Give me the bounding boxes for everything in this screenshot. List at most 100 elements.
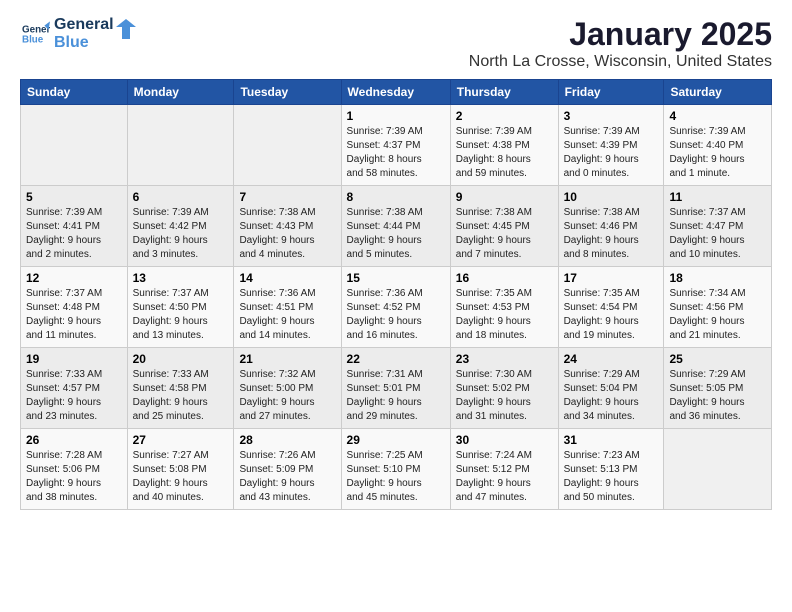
table-row: [664, 429, 772, 510]
table-row: 18Sunrise: 7:34 AM Sunset: 4:56 PM Dayli…: [664, 267, 772, 348]
calendar-week-row: 1 Sunrise: 7:39 AM Sunset: 4:37 PM Daylig…: [21, 105, 772, 186]
table-row: 11 Sunrise: 7:37 AM Sunset: 4:47 PM Dayli…: [664, 186, 772, 267]
day-number: 9: [456, 190, 553, 204]
calendar-week-row: 12 Sunrise: 7:37 AM Sunset: 4:48 PM Dayli…: [21, 267, 772, 348]
day-number: 17: [564, 271, 659, 285]
table-row: 7 Sunrise: 7:38 AM Sunset: 4:43 PM Daylig…: [234, 186, 341, 267]
day-info: Sunrise: 7:35 AM Sunset: 4:53 PM Dayligh…: [456, 287, 553, 343]
table-row: 3 Sunrise: 7:39 AM Sunset: 4:39 PM Daylig…: [558, 105, 664, 186]
table-row: 17Sunrise: 7:35 AM Sunset: 4:54 PM Dayli…: [558, 267, 664, 348]
day-number: 24: [564, 352, 659, 366]
day-info: Sunrise: 7:39 AM Sunset: 4:39 PM Dayligh…: [564, 125, 659, 181]
day-number: 31: [564, 433, 659, 447]
table-row: 21Sunrise: 7:32 AM Sunset: 5:00 PM Dayli…: [234, 348, 341, 429]
day-info: Sunrise: 7:38 AM Sunset: 4:43 PM Dayligh…: [239, 206, 335, 262]
day-info: Sunrise: 7:30 AM Sunset: 5:02 PM Dayligh…: [456, 368, 553, 424]
calendar-week-row: 5 Sunrise: 7:39 AM Sunset: 4:41 PM Daylig…: [21, 186, 772, 267]
calendar-header-row: Sunday Monday Tuesday Wednesday Thursday…: [21, 80, 772, 105]
table-row: 19Sunrise: 7:33 AM Sunset: 4:57 PM Dayli…: [21, 348, 128, 429]
logo-bird-icon: [116, 19, 136, 39]
day-number: 14: [239, 271, 335, 285]
day-number: 6: [133, 190, 229, 204]
day-info: Sunrise: 7:34 AM Sunset: 4:56 PM Dayligh…: [669, 287, 766, 343]
table-row: 24 Sunrise: 7:29 AM Sunset: 5:04 PM Dayli…: [558, 348, 664, 429]
day-info: Sunrise: 7:28 AM Sunset: 5:06 PM Dayligh…: [26, 449, 122, 505]
table-row: 20 Sunrise: 7:33 AM Sunset: 4:58 PM Dayli…: [127, 348, 234, 429]
title-block: January 2025 North La Crosse, Wisconsin,…: [469, 16, 772, 71]
table-row: [234, 105, 341, 186]
table-row: 9 Sunrise: 7:38 AM Sunset: 4:45 PM Daylig…: [450, 186, 558, 267]
day-number: 8: [347, 190, 445, 204]
day-number: 7: [239, 190, 335, 204]
day-number: 11: [669, 190, 766, 204]
day-number: 23: [456, 352, 553, 366]
header-monday: Monday: [127, 80, 234, 105]
table-row: 15Sunrise: 7:36 AM Sunset: 4:52 PM Dayli…: [341, 267, 450, 348]
day-info: Sunrise: 7:36 AM Sunset: 4:52 PM Dayligh…: [347, 287, 445, 343]
table-row: [21, 105, 128, 186]
svg-text:Blue: Blue: [22, 34, 44, 45]
table-row: 6 Sunrise: 7:39 AM Sunset: 4:42 PM Daylig…: [127, 186, 234, 267]
page: General Blue General Blue January 2025 N…: [0, 0, 792, 612]
table-row: 5 Sunrise: 7:39 AM Sunset: 4:41 PM Daylig…: [21, 186, 128, 267]
table-row: 2Sunrise: 7:39 AM Sunset: 4:38 PM Daylig…: [450, 105, 558, 186]
day-number: 19: [26, 352, 122, 366]
day-info: Sunrise: 7:39 AM Sunset: 4:37 PM Dayligh…: [347, 125, 445, 181]
logo: General Blue General Blue: [20, 16, 136, 51]
day-info: Sunrise: 7:38 AM Sunset: 4:44 PM Dayligh…: [347, 206, 445, 262]
table-row: 29 Sunrise: 7:25 AM Sunset: 5:10 PM Dayli…: [341, 429, 450, 510]
day-info: Sunrise: 7:38 AM Sunset: 4:45 PM Dayligh…: [456, 206, 553, 262]
day-info: Sunrise: 7:29 AM Sunset: 5:05 PM Dayligh…: [669, 368, 766, 424]
day-number: 13: [133, 271, 229, 285]
table-row: 12 Sunrise: 7:37 AM Sunset: 4:48 PM Dayli…: [21, 267, 128, 348]
day-info: Sunrise: 7:29 AM Sunset: 5:04 PM Dayligh…: [564, 368, 659, 424]
day-number: 25: [669, 352, 766, 366]
main-title: January 2025: [469, 16, 772, 53]
day-info: Sunrise: 7:33 AM Sunset: 4:58 PM Dayligh…: [133, 368, 229, 424]
day-info: Sunrise: 7:38 AM Sunset: 4:46 PM Dayligh…: [564, 206, 659, 262]
day-number: 12: [26, 271, 122, 285]
logo-general: General: [54, 16, 114, 34]
calendar-week-row: 26 Sunrise: 7:28 AM Sunset: 5:06 PM Dayli…: [21, 429, 772, 510]
day-number: 26: [26, 433, 122, 447]
day-info: Sunrise: 7:31 AM Sunset: 5:01 PM Dayligh…: [347, 368, 445, 424]
header-saturday: Saturday: [664, 80, 772, 105]
day-number: 2: [456, 109, 553, 123]
day-number: 22: [347, 352, 445, 366]
day-number: 20: [133, 352, 229, 366]
day-number: 1: [347, 109, 445, 123]
table-row: 23 Sunrise: 7:30 AM Sunset: 5:02 PM Dayli…: [450, 348, 558, 429]
day-info: Sunrise: 7:39 AM Sunset: 4:42 PM Dayligh…: [133, 206, 229, 262]
table-row: 16 Sunrise: 7:35 AM Sunset: 4:53 PM Dayli…: [450, 267, 558, 348]
day-info: Sunrise: 7:39 AM Sunset: 4:40 PM Dayligh…: [669, 125, 766, 181]
day-number: 29: [347, 433, 445, 447]
header-sunday: Sunday: [21, 80, 128, 105]
table-row: 1 Sunrise: 7:39 AM Sunset: 4:37 PM Daylig…: [341, 105, 450, 186]
table-row: 27Sunrise: 7:27 AM Sunset: 5:08 PM Dayli…: [127, 429, 234, 510]
day-number: 27: [133, 433, 229, 447]
day-info: Sunrise: 7:37 AM Sunset: 4:50 PM Dayligh…: [133, 287, 229, 343]
table-row: 26 Sunrise: 7:28 AM Sunset: 5:06 PM Dayli…: [21, 429, 128, 510]
header-tuesday: Tuesday: [234, 80, 341, 105]
day-info: Sunrise: 7:37 AM Sunset: 4:47 PM Dayligh…: [669, 206, 766, 262]
day-info: Sunrise: 7:36 AM Sunset: 4:51 PM Dayligh…: [239, 287, 335, 343]
logo-icon: General Blue: [22, 20, 50, 48]
day-info: Sunrise: 7:23 AM Sunset: 5:13 PM Dayligh…: [564, 449, 659, 505]
header-friday: Friday: [558, 80, 664, 105]
table-row: 4Sunrise: 7:39 AM Sunset: 4:40 PM Daylig…: [664, 105, 772, 186]
table-row: 10 Sunrise: 7:38 AM Sunset: 4:46 PM Dayli…: [558, 186, 664, 267]
day-info: Sunrise: 7:26 AM Sunset: 5:09 PM Dayligh…: [239, 449, 335, 505]
day-number: 3: [564, 109, 659, 123]
day-number: 5: [26, 190, 122, 204]
day-info: Sunrise: 7:37 AM Sunset: 4:48 PM Dayligh…: [26, 287, 122, 343]
table-row: 31 Sunrise: 7:23 AM Sunset: 5:13 PM Dayli…: [558, 429, 664, 510]
day-info: Sunrise: 7:39 AM Sunset: 4:41 PM Dayligh…: [26, 206, 122, 262]
day-info: Sunrise: 7:25 AM Sunset: 5:10 PM Dayligh…: [347, 449, 445, 505]
header-wednesday: Wednesday: [341, 80, 450, 105]
table-row: 13 Sunrise: 7:37 AM Sunset: 4:50 PM Dayli…: [127, 267, 234, 348]
day-number: 16: [456, 271, 553, 285]
table-row: 14 Sunrise: 7:36 AM Sunset: 4:51 PM Dayli…: [234, 267, 341, 348]
logo-blue: Blue: [54, 34, 114, 52]
day-number: 10: [564, 190, 659, 204]
table-row: 22 Sunrise: 7:31 AM Sunset: 5:01 PM Dayli…: [341, 348, 450, 429]
